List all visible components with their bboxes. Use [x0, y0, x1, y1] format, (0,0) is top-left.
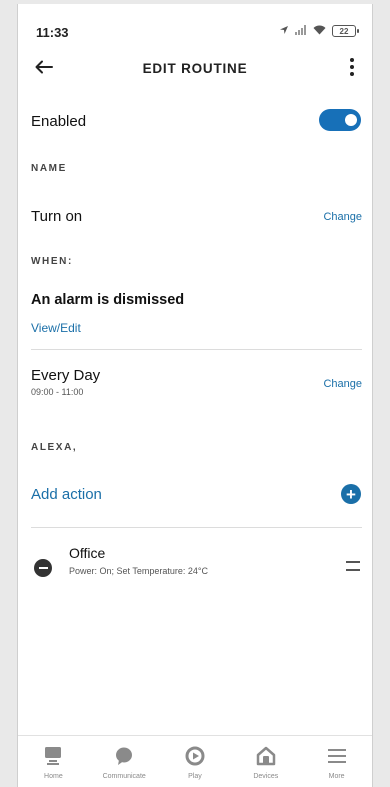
drag-handle-icon [346, 561, 360, 563]
view-edit-link[interactable]: View/Edit [31, 321, 81, 335]
home-icon [42, 745, 64, 767]
remove-action-button[interactable] [34, 559, 52, 577]
battery-icon: 22 [332, 25, 359, 37]
action-title: Office [69, 545, 106, 561]
page-title: EDIT ROUTINE [142, 61, 248, 76]
trigger-title: An alarm is dismissed [31, 292, 185, 308]
nav-item-devices[interactable]: Devices [230, 736, 301, 787]
toggle-knob [345, 114, 357, 126]
nav-label-home: Home [44, 773, 63, 780]
menu-icon [327, 745, 347, 767]
more-options-button[interactable] [338, 51, 366, 83]
nav-label-devices: Devices [253, 773, 279, 780]
minus-icon [38, 566, 48, 570]
chat-bubble-icon [114, 745, 134, 767]
app-header: EDIT ROUTINE [18, 49, 372, 85]
devices-house-icon [256, 745, 276, 767]
divider [31, 349, 362, 350]
app-screen: 11:33 22 EDIT ROUTINE Enabled NAME Turn … [17, 4, 373, 787]
routine-name: Turn on [31, 208, 83, 225]
plus-icon: + [346, 484, 356, 504]
kebab-menu-icon [350, 58, 354, 62]
nav-label-communicate: Communicate [102, 773, 146, 780]
enabled-label: Enabled [31, 113, 87, 130]
play-icon [185, 745, 205, 767]
action-detail: Power: On; Set Temperature: 24°C [69, 566, 208, 576]
nav-label-play: Play [188, 773, 202, 780]
divider [31, 527, 362, 528]
nav-item-communicate[interactable]: Communicate [89, 736, 160, 787]
nav-label-more: More [328, 773, 345, 780]
bottom-nav: Home Communicate Play Devices More [18, 735, 372, 787]
enabled-toggle[interactable] [319, 109, 361, 131]
alexa-section-header: ALEXA, [31, 442, 78, 453]
add-action-button[interactable]: + [341, 484, 361, 504]
location-icon [279, 24, 289, 38]
status-icons: 22 [279, 24, 359, 38]
change-name-link[interactable]: Change [323, 211, 362, 223]
name-section-header: NAME [31, 163, 67, 174]
status-time: 11:33 [36, 25, 69, 40]
nav-item-play[interactable]: Play [160, 736, 231, 787]
add-action-link[interactable]: Add action [31, 486, 102, 503]
status-bar: 11:33 22 [18, 4, 372, 44]
nav-item-more[interactable]: More [301, 736, 372, 787]
schedule-title: Every Day [31, 367, 101, 384]
change-schedule-link[interactable]: Change [323, 378, 362, 390]
reorder-handle[interactable] [346, 561, 360, 571]
wifi-icon [313, 24, 326, 38]
when-section-header: WHEN: [31, 256, 73, 267]
schedule-time-range: 09:00 - 11:00 [31, 387, 84, 397]
nav-item-home[interactable]: Home [18, 736, 89, 787]
signal-icon [295, 24, 307, 38]
